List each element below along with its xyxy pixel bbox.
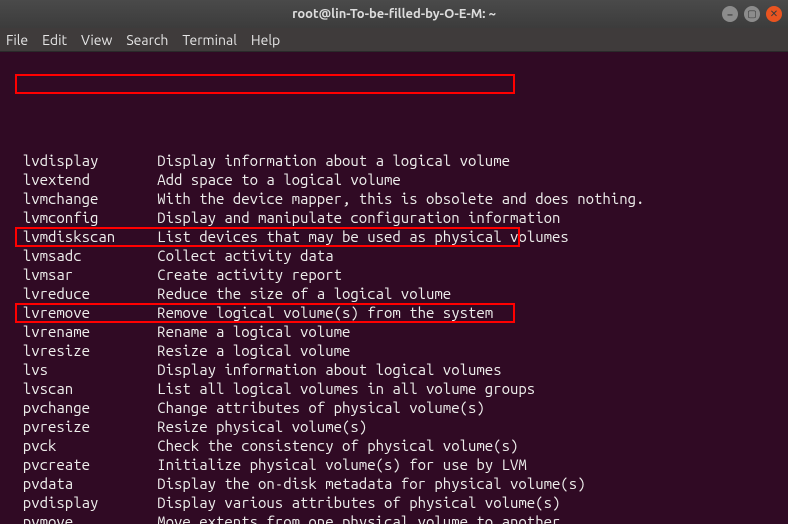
terminal-line: pvcreate Initialize physical volume(s) f…	[6, 455, 788, 474]
window-title: root@lin-To-be-filled-by-O-E-M: ~	[292, 7, 496, 21]
window-controls: – ▢ ✕	[722, 6, 782, 22]
titlebar: root@lin-To-be-filled-by-O-E-M: ~ – ▢ ✕	[0, 0, 788, 28]
terminal-line: pvdata Display the on-disk metadata for …	[6, 474, 788, 493]
terminal-line: lvmsadc Collect activity data	[6, 246, 788, 265]
menu-help[interactable]: Help	[251, 32, 280, 48]
menu-file[interactable]: File	[6, 32, 28, 48]
terminal-line: pvmove Move extents from one physical vo…	[6, 512, 788, 524]
terminal-line: lvmsar Create activity report	[6, 265, 788, 284]
terminal-line: pvresize Resize physical volume(s)	[6, 417, 788, 436]
menubar: File Edit View Search Terminal Help	[0, 28, 788, 52]
terminal-line: lvresize Resize a logical volume	[6, 341, 788, 360]
menu-view[interactable]: View	[81, 32, 112, 48]
menu-search[interactable]: Search	[126, 32, 168, 48]
maximize-button[interactable]: ▢	[744, 6, 760, 22]
close-button[interactable]: ✕	[766, 6, 782, 22]
terminal-line: pvck Check the consistency of physical v…	[6, 436, 788, 455]
minimize-button[interactable]: –	[722, 6, 738, 22]
terminal-line: lvremove Remove logical volume(s) from t…	[6, 303, 788, 322]
terminal-line: lvextend Add space to a logical volume	[6, 170, 788, 189]
terminal-line: pvchange Change attributes of physical v…	[6, 398, 788, 417]
terminal-line: lvmchange With the device mapper, this i…	[6, 189, 788, 208]
menu-edit[interactable]: Edit	[42, 32, 67, 48]
highlight-lvextend	[15, 74, 515, 94]
terminal-line: lvreduce Reduce the size of a logical vo…	[6, 284, 788, 303]
terminal-line: lvscan List all logical volumes in all v…	[6, 379, 788, 398]
terminal-line: lvmdiskscan List devices that may be use…	[6, 227, 788, 246]
terminal-line: lvmconfig Display and manipulate configu…	[6, 208, 788, 227]
terminal-line: lvdisplay Display information about a lo…	[6, 151, 788, 170]
terminal-line: lvrename Rename a logical volume	[6, 322, 788, 341]
terminal-output[interactable]: lvdisplay Display information about a lo…	[0, 52, 788, 524]
menu-terminal[interactable]: Terminal	[182, 32, 237, 48]
terminal-window: root@lin-To-be-filled-by-O-E-M: ~ – ▢ ✕ …	[0, 0, 788, 524]
terminal-line: lvs Display information about logical vo…	[6, 360, 788, 379]
terminal-line: pvdisplay Display various attributes of …	[6, 493, 788, 512]
